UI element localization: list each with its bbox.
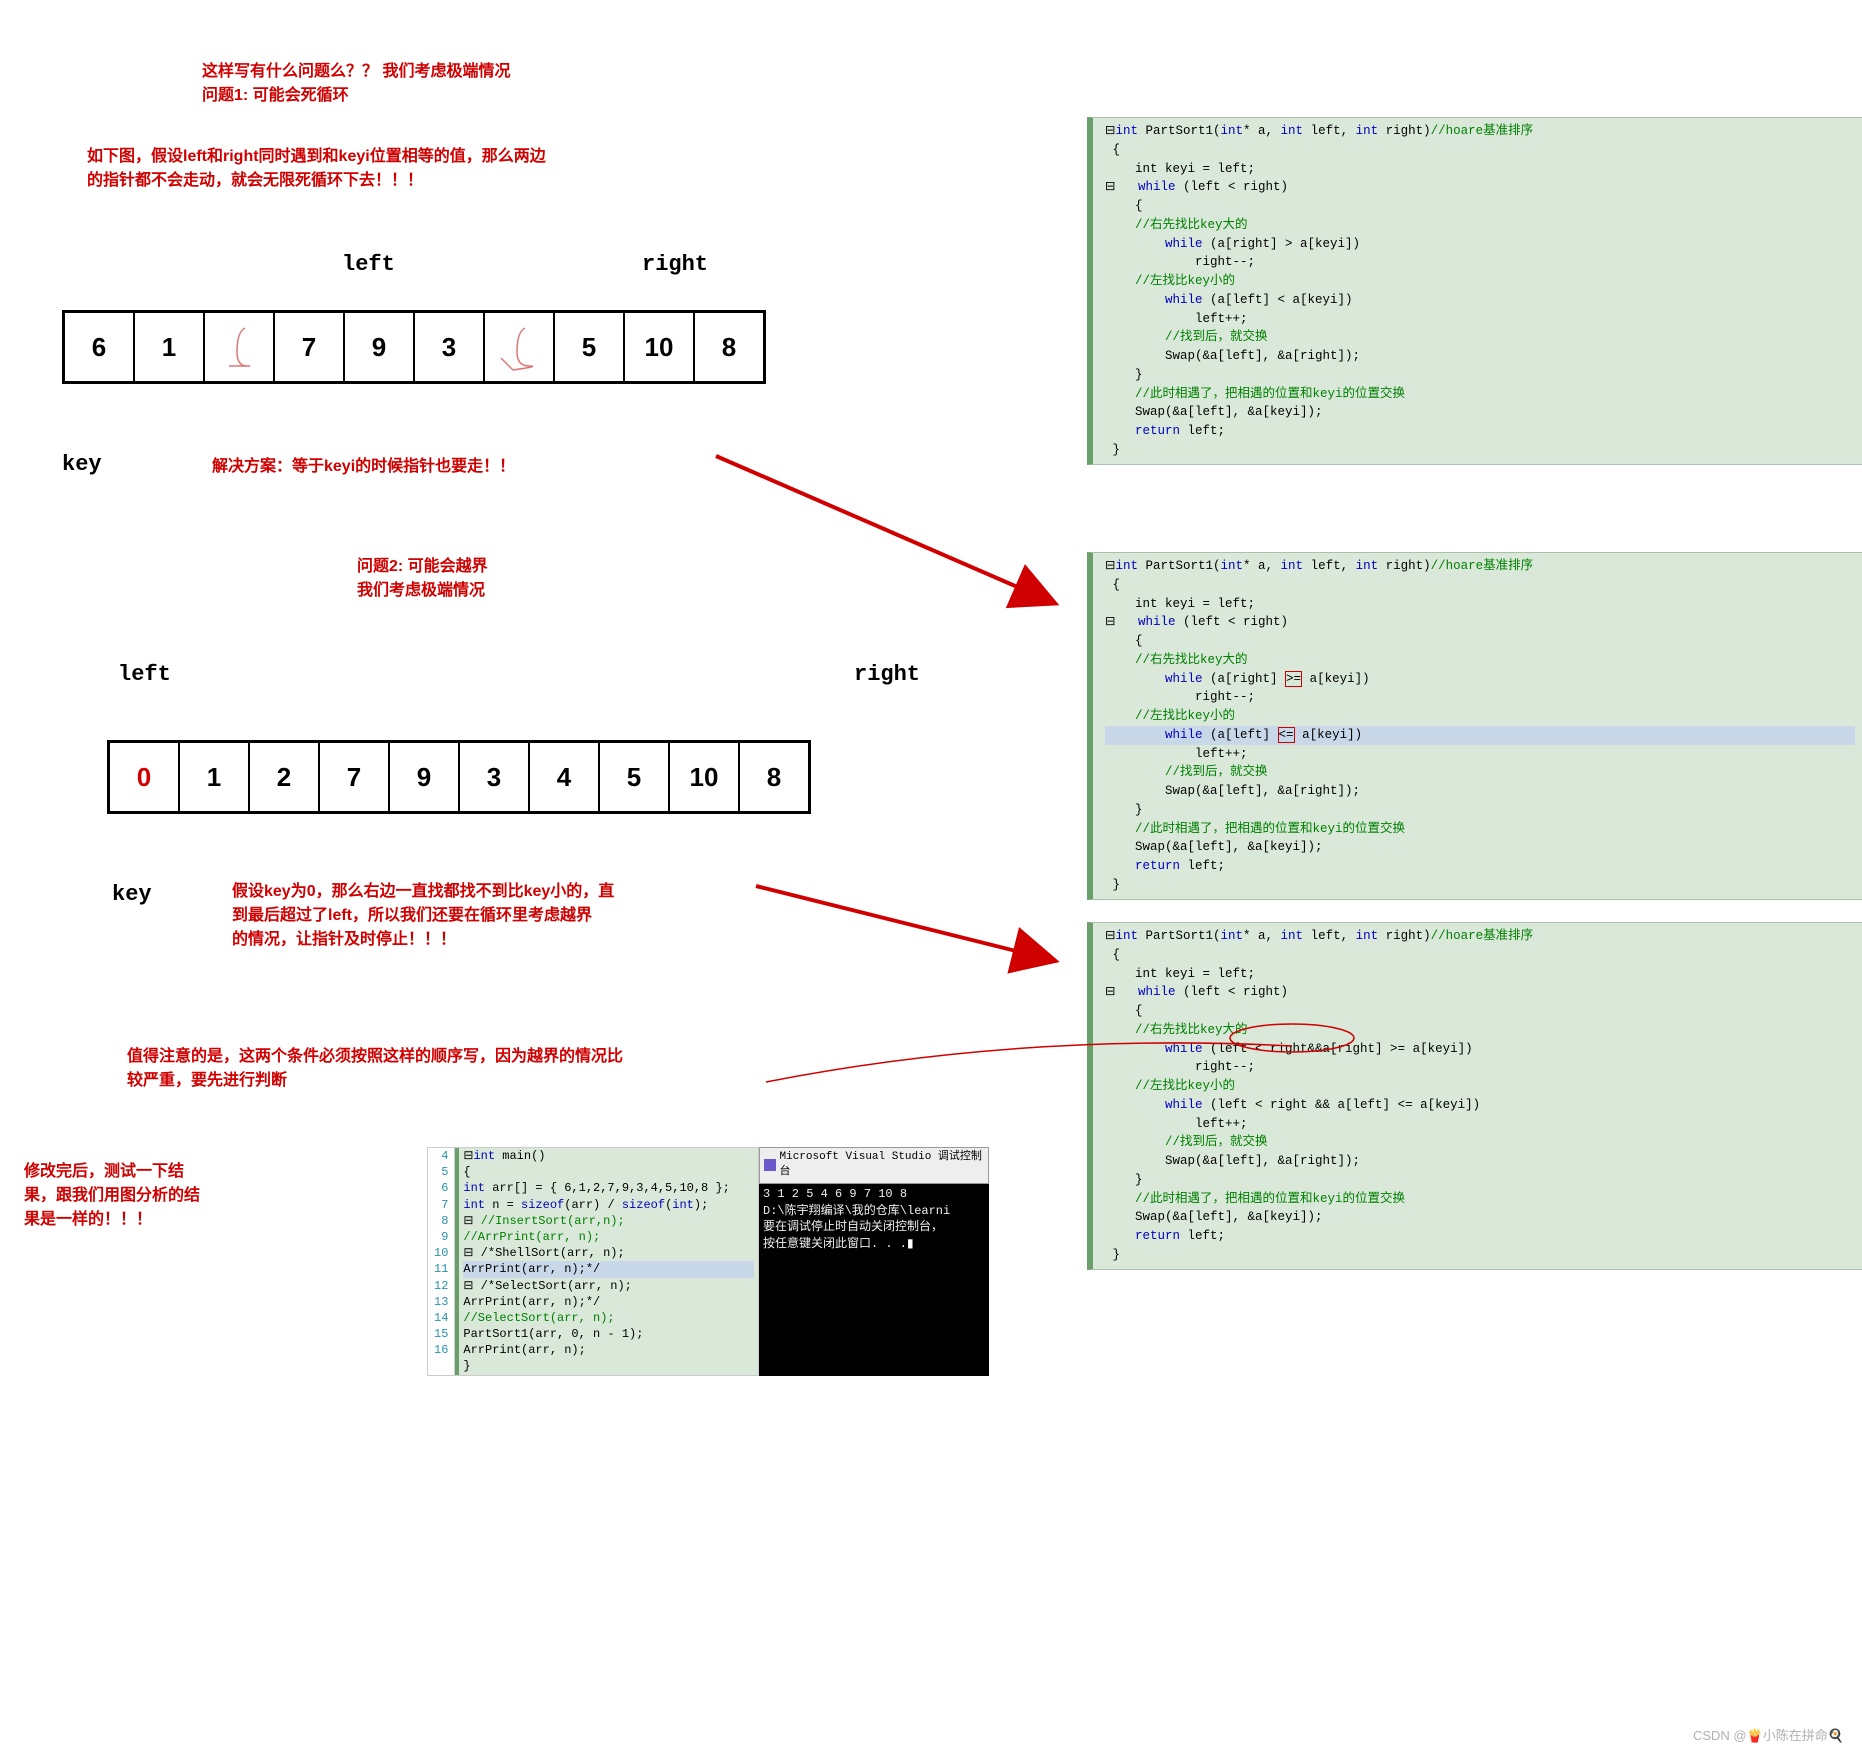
note2: 较严重，要先进行判断 xyxy=(127,1066,623,1090)
result1: 修改完后，测试一下结 xyxy=(24,1157,200,1181)
arrow-to-code2 xyxy=(712,452,1072,627)
key-label-1: key xyxy=(62,452,102,477)
left-label-2: left xyxy=(118,662,171,687)
q2-text: 问题2: 可能会越界 xyxy=(357,552,488,576)
result2: 果，跟我们用图分析的结 xyxy=(24,1181,200,1205)
assume2a: 假设key为0，那么右边一直找都找不到比key小的，直 xyxy=(232,877,614,901)
console-window: Microsoft Visual Studio 调试控制台 3 1 2 5 4 … xyxy=(759,1147,989,1376)
arrow-to-code3 xyxy=(752,882,1072,987)
sketch-cell-2 xyxy=(485,313,555,381)
solution1: 解决方案：等于keyi的时候指针也要走！！ xyxy=(212,458,515,475)
code-block-1: ⊟int PartSort1(int* a, int left, int rig… xyxy=(1087,117,1862,465)
array-1: 6 1 7 9 3 5 10 8 xyxy=(62,310,766,384)
assume2c: 的情况，让指针及时停止！！！ xyxy=(232,925,614,949)
assume2b: 到最后超过了left，所以我们还要在循环里考虑越界 xyxy=(232,901,614,925)
note1: 值得注意的是，这两个条件必须按照这样的顺序写，因为越界的情况比 xyxy=(127,1042,623,1066)
assume1a: 如下图，假设left和right同时遇到和keyi位置相等的值，那么两边 xyxy=(87,142,546,166)
right-label-2: right xyxy=(854,662,920,687)
result3: 果是一样的！！！ xyxy=(24,1205,200,1229)
q-intro: 这样写有什么问题么？？ 我们考虑极端情况 xyxy=(202,57,510,81)
watermark: CSDN @🍟小陈在拼命🍳 xyxy=(1693,1725,1844,1744)
arrow-note-to-code xyxy=(762,1042,1302,1107)
main-code: 45678910111213141516 ⊟int main() { int a… xyxy=(427,1147,759,1376)
q1-text: 问题1: 可能会死循环 xyxy=(202,81,510,105)
right-label-1: right xyxy=(642,252,708,277)
code-block-2: ⊟int PartSort1(int* a, int left, int rig… xyxy=(1087,552,1862,900)
assume1b: 的指针都不会走动，就会无限死循环下去！！！ xyxy=(87,166,546,190)
left-label-1: left xyxy=(342,252,395,277)
vs-icon xyxy=(764,1159,776,1171)
sketch-cell-1 xyxy=(205,313,275,381)
key-label-2: key xyxy=(112,882,152,907)
array-2: 0 1 2 7 9 3 4 5 10 8 xyxy=(107,740,811,814)
q2b-text: 我们考虑极端情况 xyxy=(357,576,488,600)
